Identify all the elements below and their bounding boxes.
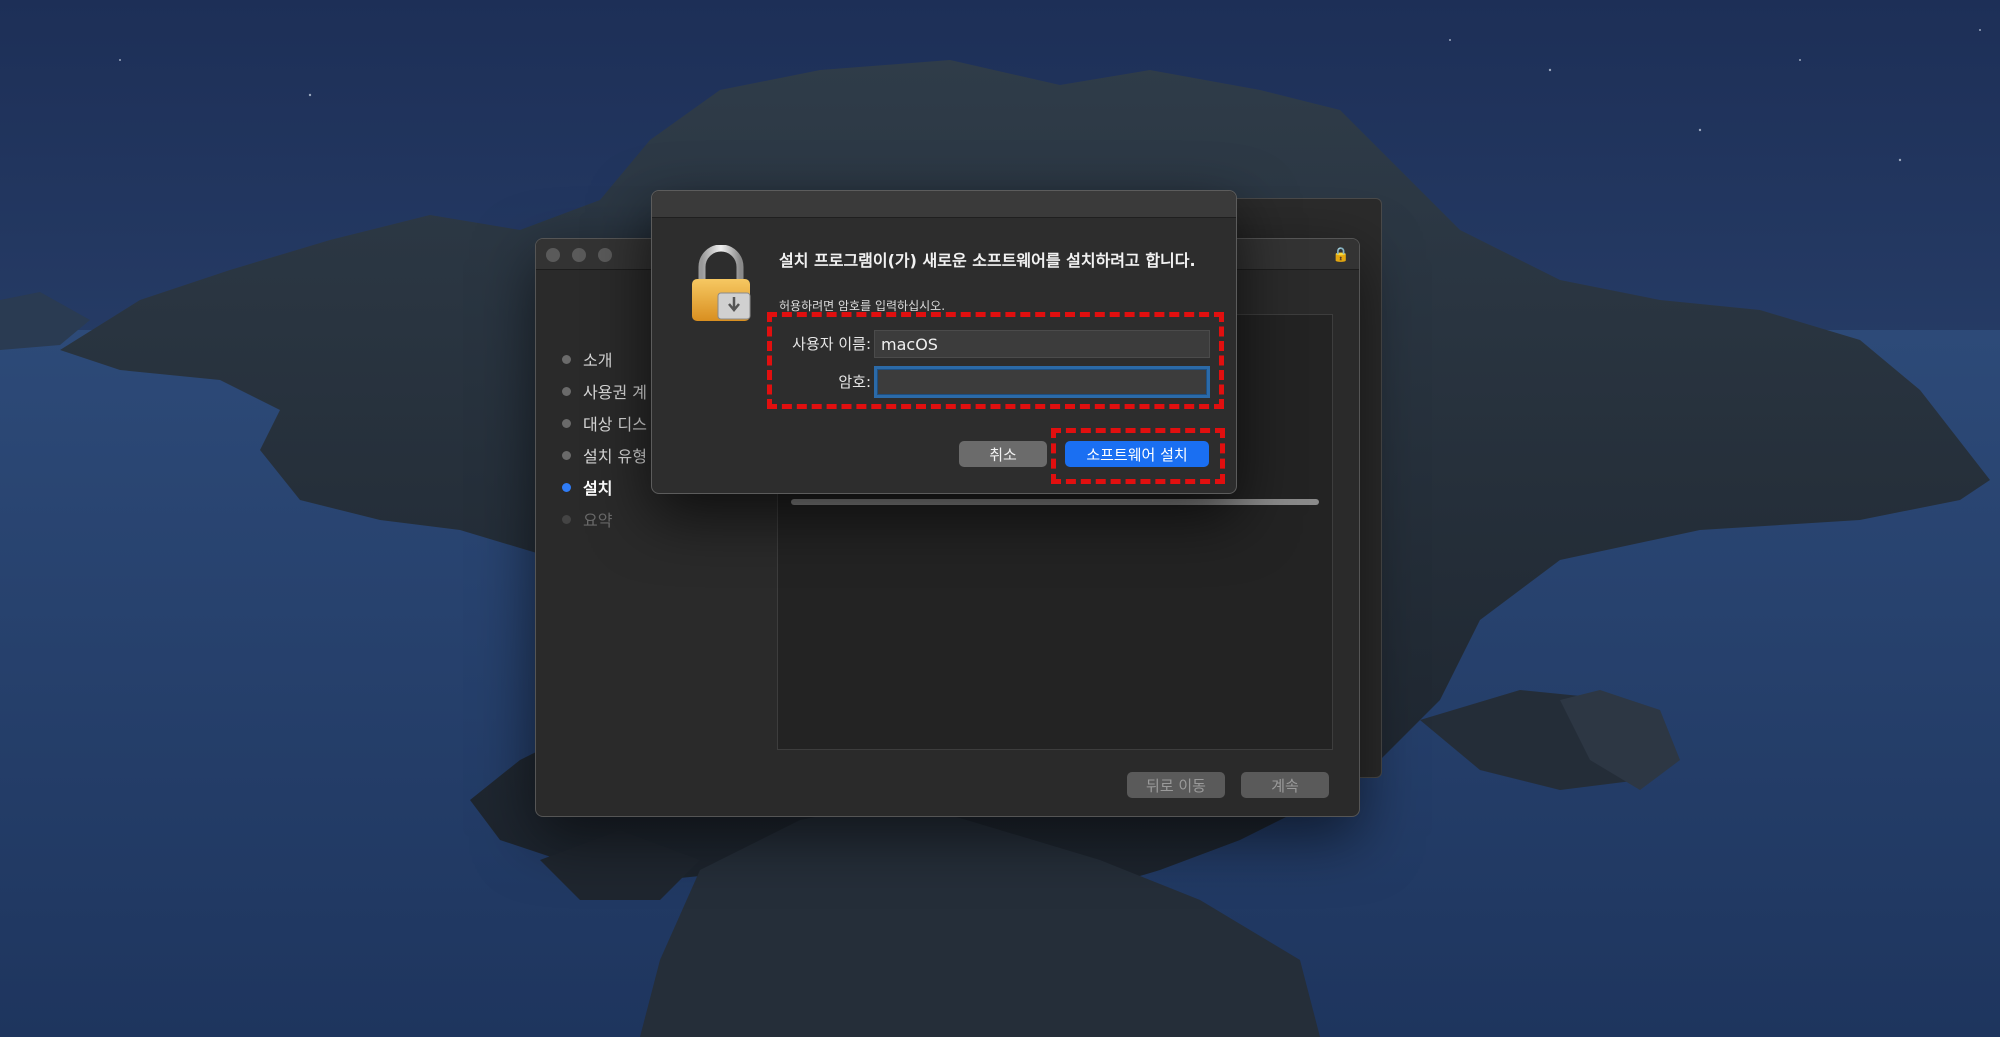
auth-dialog: 설치 프로그램이(가) 새로운 소프트웨어를 설치하려고 합니다. 허용하려면 … bbox=[651, 190, 1237, 494]
step-dot bbox=[562, 354, 571, 364]
step-install: 설치 bbox=[562, 471, 647, 503]
step-label: 사용권 계 bbox=[583, 383, 647, 402]
step-label: 소개 bbox=[583, 351, 613, 370]
step-label: 요약 bbox=[583, 511, 613, 530]
step-dot bbox=[562, 514, 571, 524]
dialog-subtitle: 허용하려면 암호를 입력하십시오. bbox=[779, 299, 946, 313]
step-label: 설치 유형 bbox=[583, 447, 647, 466]
cancel-button[interactable]: 취소 bbox=[959, 441, 1047, 467]
username-label: 사용자 이름: bbox=[792, 335, 871, 353]
step-destination: 대상 디스 bbox=[562, 407, 647, 439]
password-label: 암호: bbox=[838, 373, 871, 391]
padlock-icon bbox=[692, 245, 751, 321]
install-progress-bar bbox=[791, 499, 1319, 505]
zoom-window-button[interactable] bbox=[598, 248, 612, 262]
step-license: 사용권 계 bbox=[562, 375, 647, 407]
step-install-type: 설치 유형 bbox=[562, 439, 647, 471]
lock-icon: 🔒 bbox=[1332, 247, 1350, 263]
step-dot-active bbox=[562, 482, 571, 492]
dialog-title: 설치 프로그램이(가) 새로운 소프트웨어를 설치하려고 합니다. bbox=[779, 251, 1196, 270]
step-label: 대상 디스 bbox=[583, 415, 647, 434]
step-summary: 요약 bbox=[562, 503, 647, 535]
continue-button[interactable]: 계속 bbox=[1241, 772, 1329, 798]
close-window-button[interactable] bbox=[546, 248, 560, 262]
step-dot bbox=[562, 450, 571, 460]
minimize-window-button[interactable] bbox=[572, 248, 586, 262]
step-label: 설치 bbox=[583, 479, 613, 498]
step-dot bbox=[562, 418, 571, 428]
go-back-button[interactable]: 뒤로 이동 bbox=[1127, 772, 1225, 798]
username-field[interactable] bbox=[874, 330, 1210, 358]
dialog-titlebar bbox=[652, 191, 1236, 218]
step-intro: 소개 bbox=[562, 343, 647, 375]
installer-steps: 소개 사용권 계 대상 디스 설치 유형 설치 요약 bbox=[562, 343, 647, 535]
step-dot bbox=[562, 386, 571, 396]
install-software-button[interactable]: 소프트웨어 설치 bbox=[1065, 441, 1209, 467]
password-field[interactable] bbox=[874, 366, 1210, 398]
